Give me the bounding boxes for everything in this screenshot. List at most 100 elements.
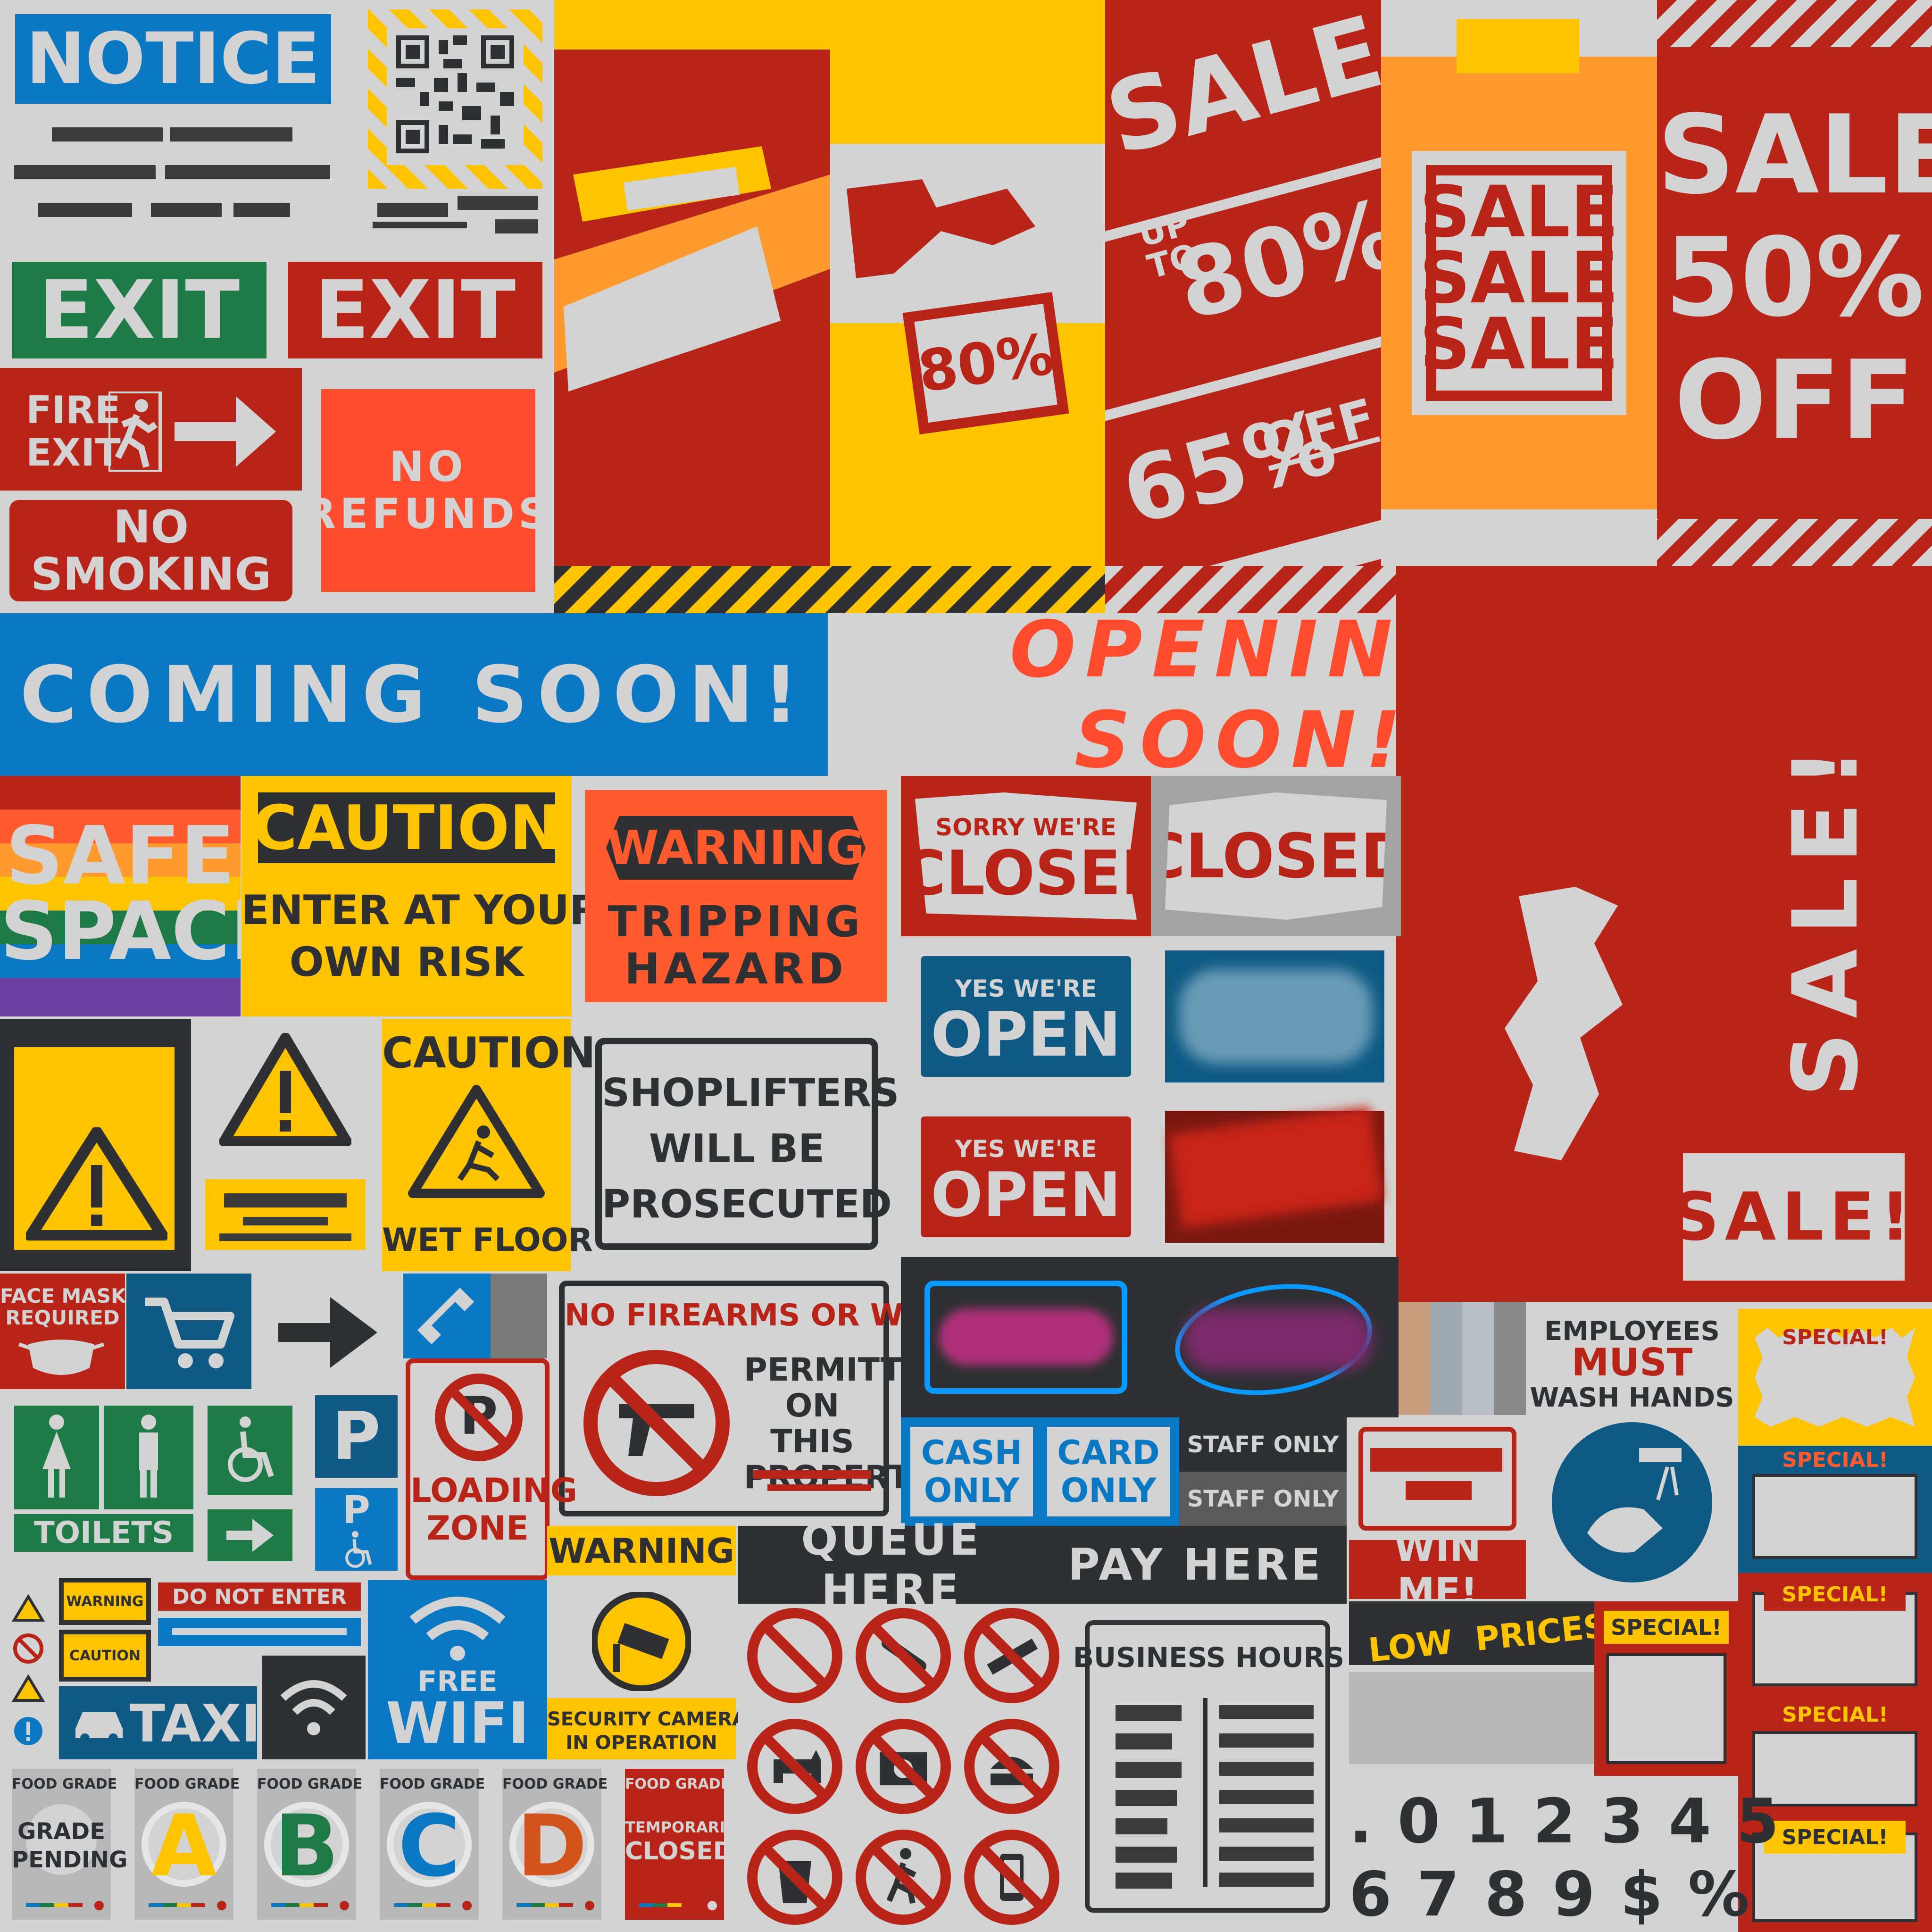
accessible-parking-sign: P — [315, 1488, 398, 1571]
open-red-sign: YES WE'RE OPEN — [915, 1111, 1137, 1243]
no-drinks-icon — [747, 1830, 842, 1925]
notice-header: NOTICE — [15, 14, 331, 104]
payment-sign: CASH ONLY CARD ONLY — [901, 1417, 1179, 1526]
exit-green: EXIT — [12, 262, 266, 358]
parking-sign: P — [315, 1395, 398, 1478]
arrow-right-icon — [175, 396, 276, 467]
cart-sign — [126, 1274, 251, 1389]
phone-sign — [403, 1274, 547, 1358]
toilets-sign: TOILETS — [0, 1391, 203, 1557]
no-dogs-icon — [747, 1719, 842, 1814]
mini-warning: WARNING — [59, 1578, 151, 1625]
no-gun-icon — [583, 1350, 730, 1496]
no-pedestrians-icon — [856, 1830, 951, 1925]
mini-icons-column — [0, 1575, 57, 1755]
no-smoking-icon — [964, 1608, 1059, 1703]
torn-poster-red: 80% — [554, 0, 1105, 566]
do-not-enter-sign: DO NOT ENTER — [158, 1582, 361, 1611]
staff-only-grey: STAFF ONLY — [1179, 1472, 1347, 1526]
wifi-icon — [280, 1680, 347, 1735]
food-grade-pending: FOOD GRADE GRADE PENDING — [12, 1769, 127, 1920]
no-parking-icon: P — [435, 1374, 523, 1461]
win-me-sign: WIN ME! — [1349, 1526, 1526, 1614]
special-red-small: SPECIAL! — [1594, 1601, 1738, 1781]
wifi-small-sign — [262, 1656, 366, 1759]
coming-soon-banner: COMING SOON! — [0, 613, 828, 776]
wash-hands-sign: EMPLOYEES MUST WASH HANDS — [1526, 1302, 1738, 1606]
food-grade-d: FOOD GRADE D — [502, 1769, 608, 1920]
sticker-80: 80% — [902, 291, 1069, 435]
electric-hazard-icon — [12, 1674, 45, 1702]
info-icon — [14, 1717, 42, 1745]
sale-box: SALE! — [1657, 1132, 1932, 1302]
blurred-blue-panel — [1165, 950, 1384, 1083]
security-camera-sign: WARNING SECURITY CAMERAS IN OPERATION — [547, 1526, 760, 1759]
food-grade-c: FOOD GRADE C — [380, 1769, 485, 1920]
accessible-sign — [208, 1406, 292, 1495]
free-wifi-sign: FREE WIFI — [368, 1580, 547, 1759]
hazard-triangle-sign — [191, 1019, 380, 1271]
safe-space-sign: SAFE SPACE — [0, 776, 285, 1016]
arrow-green-sign — [208, 1509, 292, 1561]
no-skateboard-icon — [856, 1608, 951, 1703]
arrow-sign — [252, 1274, 401, 1389]
slippery-floor-icon — [408, 1085, 545, 1198]
queue-here-banner: QUEUE HERE — [738, 1515, 1045, 1616]
grey-bar — [1349, 1672, 1594, 1764]
camera-icon — [592, 1592, 691, 1691]
business-hours-sign: BUSINESS HOURS — [1068, 1604, 1349, 1932]
car-icon — [75, 1712, 123, 1743]
face-mask-sign: FACE MASK REQUIRED — [0, 1274, 126, 1389]
mini-caution: CAUTION — [59, 1630, 151, 1682]
sale-sale-sale: SALE SALE SALE — [1381, 0, 1657, 566]
woman-icon — [42, 1415, 71, 1498]
warning-triangle-icon — [26, 1127, 167, 1241]
blurred-red-panel — [1165, 1107, 1384, 1243]
warning-triangle-icon — [12, 1594, 45, 1622]
no-refunds-sign: NO REFUNDS — [304, 389, 548, 592]
caution-risk-sign: CAUTION ENTER AT YOUR OWN RISK — [242, 776, 600, 1016]
wheelchair-icon — [345, 1531, 372, 1568]
wheelchair-icon — [228, 1416, 274, 1482]
hazard-triangle-tall — [0, 1019, 191, 1271]
sale-50-off: SALE 50% OFF — [1657, 0, 1932, 566]
no-entry-icon — [13, 1633, 43, 1664]
qr-sign — [363, 0, 552, 255]
shoplifters-sign: SHOPLIFTERS WILL BE PROSECUTED — [595, 1038, 899, 1250]
warning-triangle-icon — [219, 1033, 351, 1146]
closed-sign: CLOSED — [1151, 776, 1401, 936]
arrow-right-icon — [226, 1519, 274, 1552]
food-grade-b: FOOD GRADE B — [257, 1769, 362, 1920]
phone-icon — [417, 1288, 474, 1344]
no-smoking-sign: NO SMOKING — [9, 500, 292, 601]
face-mask-icon — [18, 1340, 105, 1375]
pay-here-banner: PAY HERE — [1045, 1526, 1347, 1604]
man-icon — [139, 1415, 158, 1498]
open-blue-sign: YES WE'RE OPEN — [915, 950, 1137, 1083]
digits-panel: . 0 1 2 3 4 5 6 7 8 9 $ % — [1349, 1776, 1779, 1932]
low-prices-sign: LOW PRICES! — [1349, 1601, 1624, 1670]
food-grade-closed: FOOD GRADE TEMPORARILY CLOSED — [625, 1769, 743, 1920]
running-man-icon — [108, 391, 162, 472]
no-phones-icon — [964, 1830, 1059, 1925]
notice-sign: NOTICE — [0, 0, 358, 255]
exit-red: EXIT — [288, 262, 542, 358]
blue-strip — [158, 1618, 361, 1646]
no-camera-icon — [856, 1719, 951, 1814]
staff-only-dark: STAFF ONLY — [1179, 1417, 1347, 1472]
sale-diagonal: SALE UP TO 80% 65% OFF — [1105, 0, 1381, 566]
no-entry-icon — [747, 1608, 842, 1703]
arrow-right-icon — [278, 1297, 377, 1368]
qr-code-icon — [396, 35, 514, 153]
swatch-column — [1399, 1302, 1526, 1415]
taxi-sign: TAXI — [59, 1686, 260, 1759]
shopping-cart-icon — [145, 1298, 234, 1368]
wifi-icon — [409, 1597, 506, 1661]
no-firearms-sign: NO FIREARMS OR WEAPONS PERMITTEDON THISP… — [559, 1281, 1042, 1516]
no-food-icon — [964, 1719, 1059, 1814]
wash-hands-icon — [1552, 1422, 1712, 1582]
prohibition-grid — [738, 1604, 1068, 1932]
torn-red-sign — [1349, 1417, 1526, 1540]
sorry-closed-sign: SORRY WE'RE CLOSED — [901, 776, 1172, 936]
warning-tripping-sign: WARNING TRIPPING HAZARD — [585, 790, 887, 1002]
